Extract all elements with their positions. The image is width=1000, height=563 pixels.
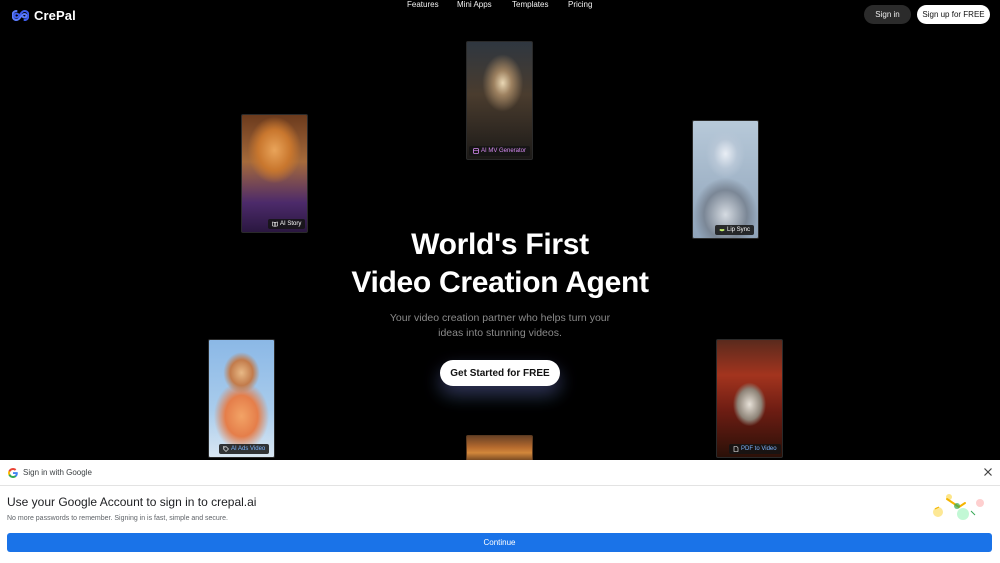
card-label: AI Ads Video [231,446,266,452]
brand-logo[interactable]: CrePal [12,8,76,23]
nav-pricing[interactable]: Pricing [568,0,592,9]
card-tag: AI MV Generator [469,146,531,156]
book-icon [272,221,278,227]
nav-features[interactable]: Features [407,0,439,9]
google-g-icon [8,468,18,478]
showcase-card-ads[interactable]: AI Ads Video [208,339,275,458]
google-sign-in-panel: Sign in with Google Use your Google Acco… [0,460,1000,563]
showcase-card-lip-sync[interactable]: Lip Sync [692,120,759,239]
google-panel-title: Use your Google Account to sign in to cr… [7,495,257,509]
tag-icon [223,446,229,452]
sign-up-button[interactable]: Sign up for FREE [917,5,990,24]
crepal-logo-icon [12,9,29,22]
hero-headline-line2: Video Creation Agent [351,266,649,299]
sign-in-button[interactable]: Sign in [864,5,911,24]
card-tag: AI Ads Video [219,444,270,454]
document-icon [733,446,739,452]
nav-templates[interactable]: Templates [512,0,548,9]
brand-name: CrePal [34,8,76,23]
google-panel-subtitle: No more passwords to remember. Signing i… [7,515,228,522]
card-label: AI Story [280,221,302,227]
get-started-button[interactable]: Get Started for FREE [440,360,560,386]
nav-mini-apps[interactable]: Mini Apps [457,0,492,9]
google-continue-button[interactable]: Continue [7,533,992,552]
card-tag: PDF to Video [729,444,781,454]
film-icon [473,148,479,154]
card-label: PDF to Video [741,446,777,452]
top-nav: CrePal Features Mini Apps Templates Pric… [0,0,1000,30]
showcase-card-pdf[interactable]: PDF to Video [716,339,783,458]
hero-headline-line1: World's First [411,228,589,261]
sign-in-illustration-icon [933,494,984,520]
hero-subtitle-line2: ideas into stunning videos. [438,327,562,339]
card-label: AI MV Generator [481,148,527,154]
showcase-card-mv[interactable]: AI MV Generator [466,41,533,160]
google-panel-header: Sign in with Google [0,460,1000,486]
hero-subtitle-line1: Your video creation partner who helps tu… [389,312,611,324]
close-icon[interactable] [983,467,993,477]
showcase-card-story[interactable]: AI Story [241,114,308,233]
google-panel-header-label: Sign in with Google [23,468,92,477]
